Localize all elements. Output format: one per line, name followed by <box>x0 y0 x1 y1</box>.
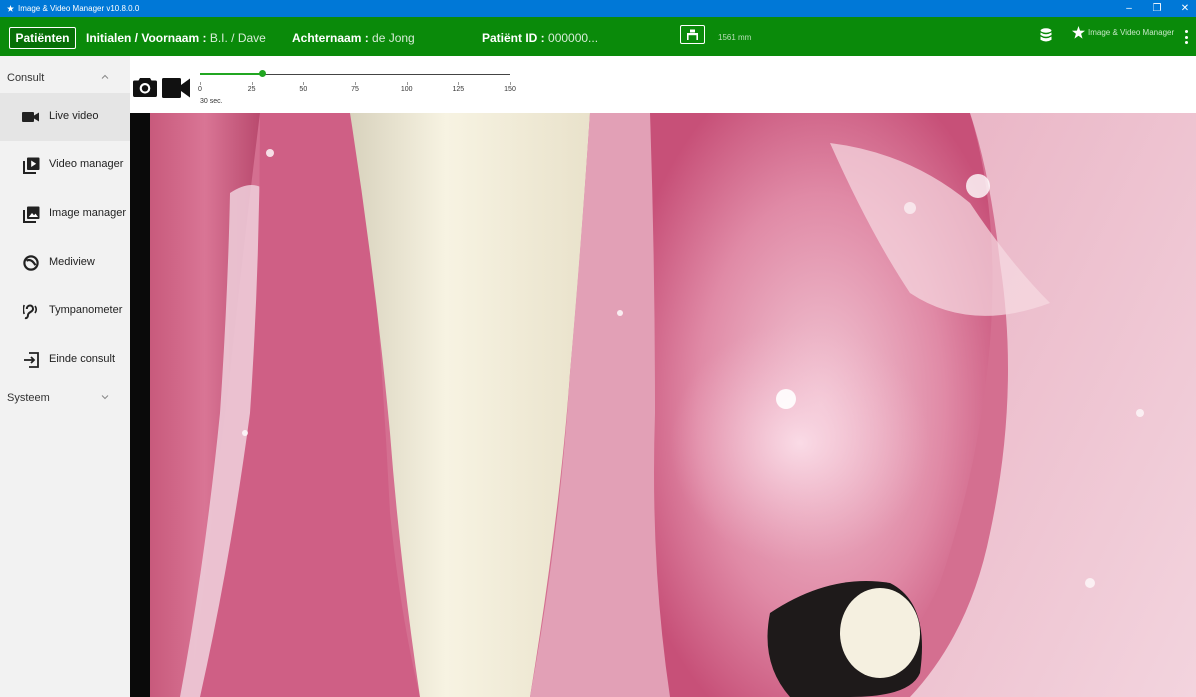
lastname-field: Achternaam : de Jong <box>292 31 415 45</box>
slider-tick <box>355 82 356 85</box>
window-title: Image & Video Manager v10.8.0.0 <box>18 4 140 13</box>
slider-tick-label: 75 <box>351 86 359 93</box>
bed-icon <box>687 29 698 40</box>
live-video-feed[interactable] <box>150 113 1196 697</box>
exit-icon <box>22 351 40 369</box>
bed-button[interactable] <box>680 25 705 44</box>
video-record-icon[interactable] <box>162 78 190 98</box>
sidebar-item-mediview[interactable]: Mediview <box>0 239 130 287</box>
slider-tick-label: 150 <box>504 86 516 93</box>
initials-field: Initialen / Voornaam : B.I. / Dave <box>86 31 266 45</box>
close-icon[interactable]: ✕ <box>1180 3 1190 14</box>
patients-button[interactable]: Patiënten <box>9 27 76 49</box>
slider-tick <box>303 82 305 85</box>
slider-tick-label: 0 <box>198 86 202 93</box>
sidebar-item-einde-consult[interactable]: Einde consult <box>0 336 130 384</box>
chevron-down-icon <box>101 395 109 400</box>
patient-id-label: Patiënt ID : <box>482 31 545 45</box>
initials-value: B.I. / Dave <box>209 31 266 45</box>
sidebar: Consult Live video Video manager Image m… <box>0 56 130 697</box>
lastname-label: Achternaam : <box>292 31 369 45</box>
sidebar-item-tympanometer[interactable]: Tympanometer <box>0 287 130 335</box>
sidebar-item-label: Image manager <box>49 207 127 219</box>
window-controls: – ❐ ✕ <box>1124 0 1190 17</box>
sidebar-item-image-manager[interactable]: Image manager <box>0 190 130 238</box>
slider-tick <box>251 82 253 85</box>
sidebar-item-label: Video manager <box>49 158 124 170</box>
slider-tick-label: 125 <box>452 86 465 93</box>
patient-id-field: Patiënt ID : 000000... <box>482 31 598 45</box>
lastname-value: de Jong <box>372 31 415 45</box>
app-star-icon <box>7 5 14 12</box>
sidebar-item-video-manager[interactable]: Video manager <box>0 141 130 189</box>
star-icon <box>1072 26 1085 39</box>
patient-header: Patiënten Initialen / Voornaam : B.I. / … <box>0 17 1196 56</box>
photo-camera-icon[interactable] <box>133 76 157 97</box>
sidebar-item-live-video[interactable]: Live video <box>0 93 130 141</box>
duration-slider[interactable]: 0 25 50 75 100 125 150 30 sec. <box>198 56 516 113</box>
slider-tick-label: 100 <box>400 86 413 93</box>
section-consult-label: Consult <box>7 72 45 84</box>
maximize-icon[interactable]: ❐ <box>1152 3 1162 14</box>
brand-label: Image & Video Manager <box>1088 28 1175 37</box>
section-systeem-label: Systeem <box>7 392 50 404</box>
video-camera-icon <box>22 108 40 126</box>
patient-id-value: 000000... <box>548 31 599 45</box>
slider-tick <box>510 82 511 85</box>
slider-tick <box>200 82 201 85</box>
slider-tick <box>458 82 460 85</box>
slider-fill <box>200 73 262 75</box>
slider-tick-label: 25 <box>247 86 256 93</box>
distance-readout: 1561 mm <box>718 33 752 42</box>
slider-value-label: 30 sec. <box>200 98 223 105</box>
video-frame-image <box>150 113 1196 697</box>
brand: Image & Video Manager <box>1072 26 1174 39</box>
section-consult[interactable]: Consult <box>0 63 130 93</box>
play-library-icon <box>22 156 40 174</box>
title-bar: Image & Video Manager v10.8.0.0 – ❐ ✕ <box>0 0 1196 17</box>
ear-icon <box>22 302 40 320</box>
live-video-area <box>130 113 1196 697</box>
kebab-menu-icon[interactable] <box>1183 30 1189 44</box>
sidebar-item-label: Mediview <box>49 256 95 268</box>
sidebar-item-label: Tympanometer <box>49 304 123 316</box>
minimize-icon[interactable]: – <box>1124 3 1134 14</box>
slider-thumb[interactable] <box>259 70 266 77</box>
slider-tick-label: 50 <box>299 86 308 93</box>
chevron-up-icon <box>101 74 109 79</box>
section-systeem[interactable]: Systeem <box>0 383 130 413</box>
image-library-icon <box>22 205 40 223</box>
sidebar-item-label: Live video <box>49 110 99 122</box>
slider-tick <box>406 82 408 85</box>
app-window: Image & Video Manager v10.8.0.0 – ❐ ✕ Pa… <box>0 0 1196 697</box>
database-icon[interactable] <box>1040 28 1052 43</box>
mediview-icon <box>22 254 40 272</box>
capture-toolbar: 0 25 50 75 100 125 150 30 sec. <box>130 56 1196 113</box>
initials-label: Initialen / Voornaam : <box>86 31 207 45</box>
sidebar-item-label: Einde consult <box>49 353 116 365</box>
